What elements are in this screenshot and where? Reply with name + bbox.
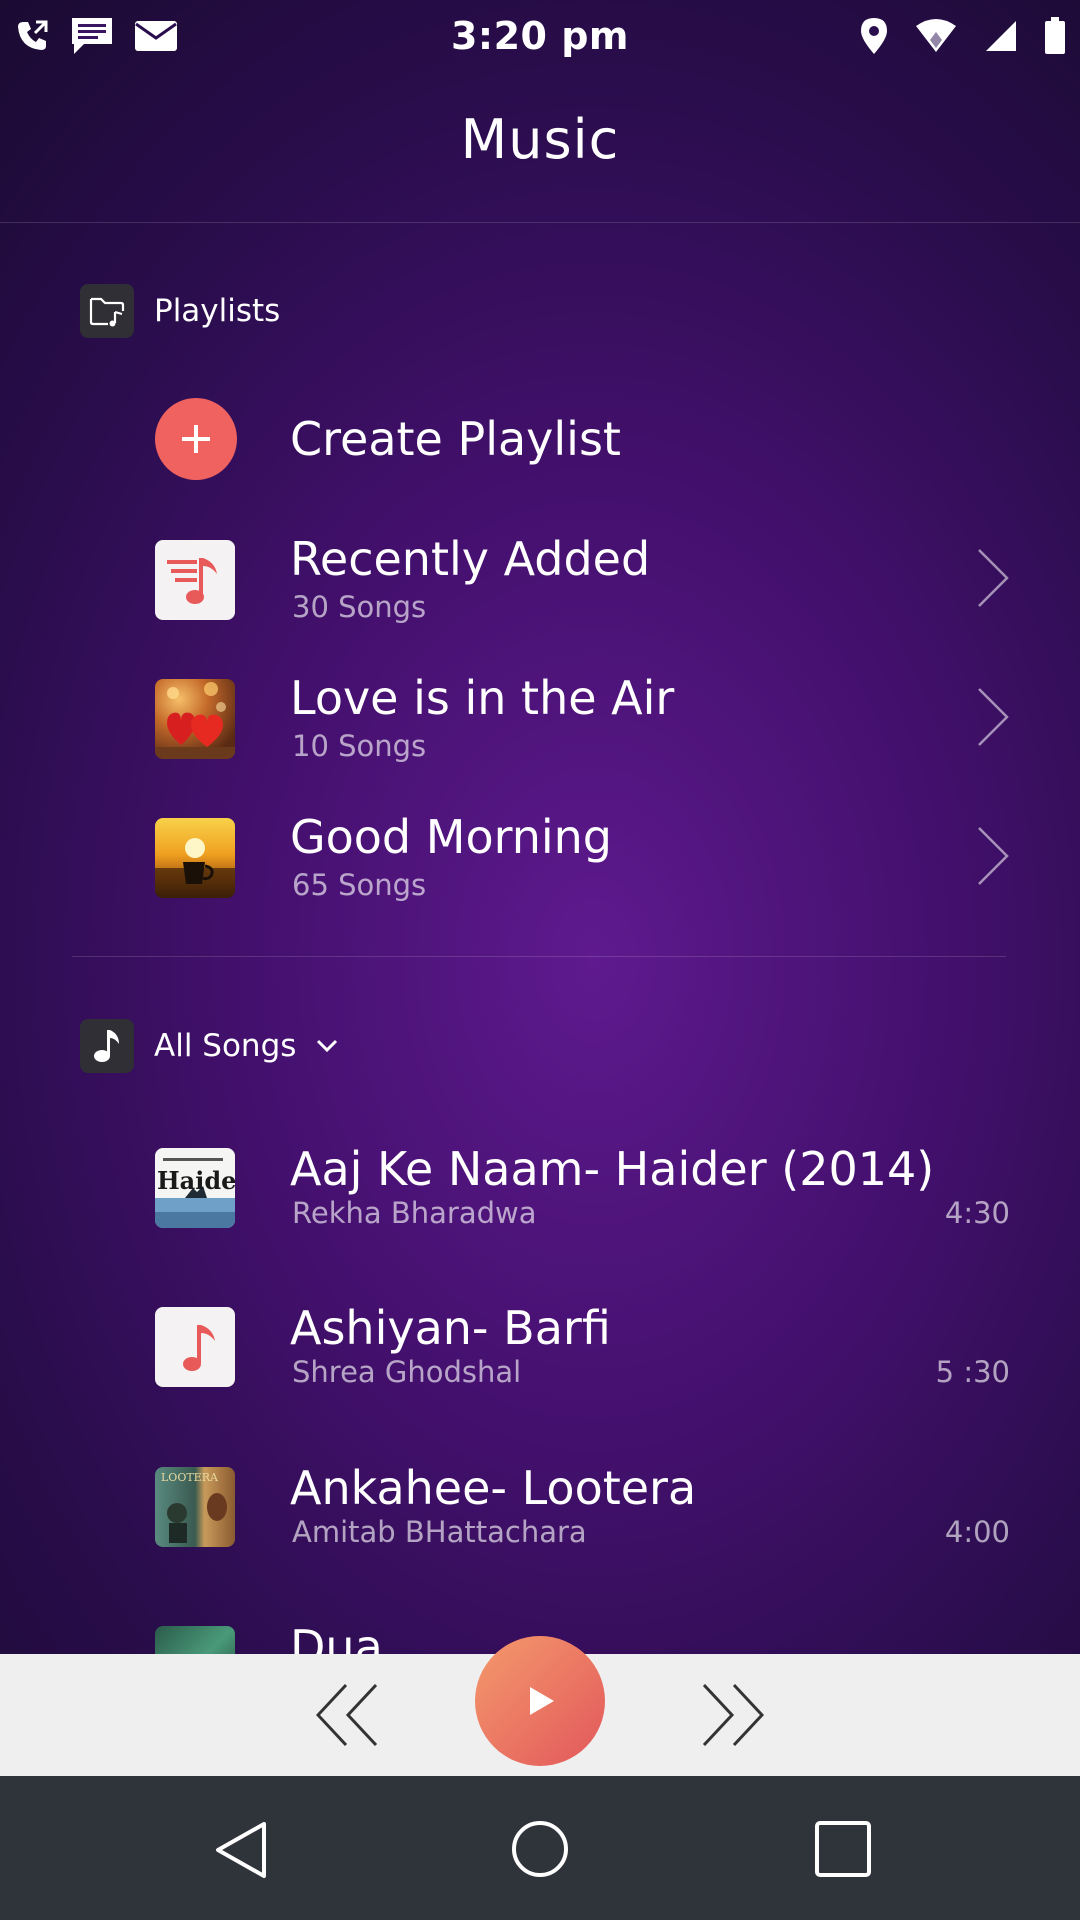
hearts-art xyxy=(155,682,235,759)
song-art xyxy=(155,1307,235,1387)
song-row[interactable]: Ashiyan- Barfi Shrea Ghodshal 5 :30 xyxy=(0,1301,1080,1389)
song-row[interactable]: LOOTERA Ankahee- Lootera Amitab BHattach… xyxy=(0,1461,1080,1549)
playlist-count: 10 Songs xyxy=(292,729,427,763)
recently-added-thumb xyxy=(155,540,235,620)
song-artist: Amitab BHattachara xyxy=(292,1515,587,1549)
song-duration: 4:30 xyxy=(944,1196,1010,1230)
header-divider xyxy=(0,222,1080,223)
rewind-icon[interactable] xyxy=(316,1683,380,1747)
status-bar: 3:20 pm xyxy=(0,0,1080,72)
section-divider xyxy=(72,956,1006,957)
song-art xyxy=(155,1626,235,1654)
status-clock: 3:20 pm xyxy=(450,14,630,58)
playlist-item[interactable]: Recently Added 30 Songs xyxy=(0,532,1080,624)
chevron-right-icon[interactable] xyxy=(976,687,1010,747)
wifi-icon xyxy=(915,19,956,52)
page-title: Music xyxy=(460,108,620,171)
chevron-right-icon[interactable] xyxy=(976,548,1010,608)
song-artist: Shrea Ghodshal xyxy=(292,1355,522,1389)
message-icon xyxy=(72,18,112,54)
music-note-icon xyxy=(183,1325,215,1371)
song-title: Ankahee- Lootera xyxy=(290,1461,697,1515)
battery-icon xyxy=(1044,17,1065,54)
playlist-folder-icon xyxy=(89,297,125,327)
create-playlist-row[interactable]: Create Playlist xyxy=(0,398,1080,482)
song-title: Aaj Ke Naam- Haider (2014) xyxy=(290,1142,935,1196)
song-artist: Rekha Bharadwa xyxy=(292,1196,537,1230)
playlist-title: Recently Added xyxy=(290,532,651,586)
song-art: Haider xyxy=(155,1148,235,1228)
song-duration: 5 :30 xyxy=(935,1355,1010,1389)
playlist-count: 65 Songs xyxy=(292,868,427,902)
sunrise-cup-image xyxy=(155,818,235,898)
play-icon xyxy=(530,1687,554,1715)
playlist-title: Good Morning xyxy=(290,810,612,864)
mail-icon xyxy=(135,21,177,51)
playlist-item[interactable]: Good Morning 65 Songs xyxy=(0,810,1080,902)
haider-art-text: Haider xyxy=(157,1166,235,1195)
system-nav-bar xyxy=(0,1776,1080,1920)
play-button[interactable] xyxy=(475,1636,605,1766)
playlist-title: Love is in the Air xyxy=(290,671,675,725)
music-note-icon xyxy=(94,1030,119,1062)
sunrise-art xyxy=(155,838,235,898)
recents-icon[interactable] xyxy=(814,1820,872,1878)
song-row[interactable]: Haider Aaj Ke Naam- Haider (2014) Rekha … xyxy=(0,1142,1080,1230)
playlist-count: 30 Songs xyxy=(292,590,427,624)
chevron-right-icon[interactable] xyxy=(976,826,1010,886)
home-icon[interactable] xyxy=(511,1820,569,1878)
lootera-art-text: LOOTERA xyxy=(161,1471,218,1484)
hearts-image xyxy=(155,679,235,759)
create-playlist-label: Create Playlist xyxy=(290,412,621,466)
song-title: Dua xyxy=(290,1624,383,1654)
all-songs-label: All Songs xyxy=(154,1028,297,1064)
music-note-icon xyxy=(167,558,217,604)
song-duration: 4:00 xyxy=(944,1515,1010,1549)
phone-icon xyxy=(18,20,48,50)
chevron-down-icon[interactable] xyxy=(316,1039,338,1053)
playlist-item[interactable]: Love is in the Air 10 Songs xyxy=(0,671,1080,763)
playlists-label: Playlists xyxy=(154,293,281,329)
signal-icon xyxy=(985,21,1016,51)
plus-icon xyxy=(182,425,210,453)
fast-forward-icon[interactable] xyxy=(700,1683,764,1747)
song-title: Ashiyan- Barfi xyxy=(290,1301,611,1355)
create-playlist-button[interactable] xyxy=(155,398,237,480)
location-icon xyxy=(860,18,887,54)
all-songs-header[interactable]: All Songs xyxy=(80,1019,338,1073)
back-icon[interactable] xyxy=(212,1820,270,1880)
playlists-header: Playlists xyxy=(80,284,280,338)
song-art: LOOTERA xyxy=(155,1467,235,1547)
